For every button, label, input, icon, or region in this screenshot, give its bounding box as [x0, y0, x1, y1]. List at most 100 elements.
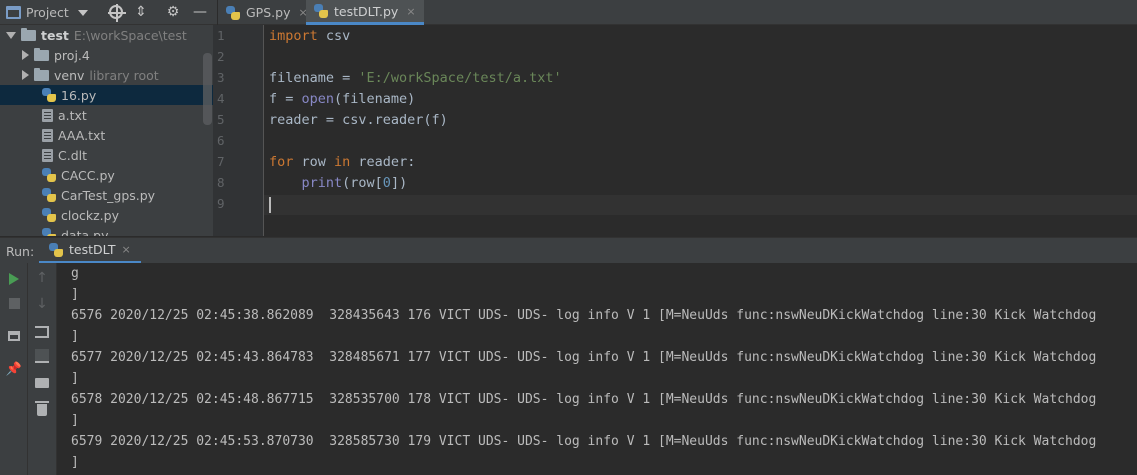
top-toolbar: Project ⇕ ⚙ — GPS.py × testDLT.py × [0, 0, 1137, 25]
layout-icon[interactable] [5, 327, 23, 345]
tree-root-test[interactable]: test E:\workSpace\test [0, 25, 213, 45]
python-file-icon [42, 228, 56, 236]
python-file-icon [42, 88, 56, 102]
console-line: 6579 2020/12/25 02:45:53.870730 32858573… [71, 434, 1097, 449]
collapse-icon[interactable]: ⇕ [133, 4, 149, 20]
console-line: 6576 2020/12/25 02:45:38.862089 32843564… [71, 308, 1097, 323]
line-number: 3 [217, 70, 225, 85]
root-name: test [41, 27, 69, 43]
trash-icon[interactable] [33, 401, 51, 419]
chevron-down-icon [77, 9, 88, 16]
line-number: 7 [217, 154, 225, 169]
code-line-4: f = open(filename) [269, 91, 416, 107]
play-icon[interactable] [5, 270, 23, 288]
tree-item-aaa-txt[interactable]: AAA.txt [0, 125, 213, 145]
tab-label: testDLT.py [334, 3, 399, 19]
tab-testdlt-py[interactable]: testDLT.py × [306, 0, 424, 25]
text-file-icon [42, 148, 53, 162]
current-line-highlight [264, 195, 1137, 215]
line-number: 2 [217, 49, 225, 64]
expand-arrow-icon[interactable] [6, 31, 16, 39]
console-line: ] [71, 413, 79, 428]
run-toolbar-primary: 📌 [0, 263, 28, 475]
tree-item-c-dlt[interactable]: C.dlt [0, 145, 213, 165]
tree-item-cartest-gps-py[interactable]: CarTest_gps.py [0, 185, 213, 205]
tab-label: GPS.py [246, 5, 291, 20]
line-number: 5 [217, 112, 225, 127]
up-arrow-icon[interactable]: ↑ [33, 269, 51, 287]
tree-scrollbar[interactable] [203, 53, 212, 125]
stop-icon[interactable] [5, 294, 23, 312]
tree-item-label: proj.4 [54, 47, 90, 63]
run-tab-label: testDLT [69, 242, 116, 257]
run-label: Run: [6, 244, 35, 259]
scroll-to-end-icon[interactable] [33, 347, 51, 365]
run-panel-header: Run: testDLT × [0, 237, 1137, 264]
console-line: ] [71, 329, 79, 344]
tree-item-label: venv [54, 67, 85, 83]
tree-item-note: library root [89, 67, 159, 83]
tab-gps-py[interactable]: GPS.py × [218, 0, 316, 25]
editor-gutter: 1 2 3 4 5 6 7 8 9 [213, 25, 263, 236]
tree-item-venv[interactable]: venv library root [0, 65, 213, 85]
close-icon[interactable]: × [122, 243, 131, 256]
collapse-arrow-icon[interactable] [22, 50, 29, 60]
project-view-switcher[interactable]: Project [6, 3, 88, 22]
tree-item-a-txt[interactable]: a.txt [0, 105, 213, 125]
text-file-icon [42, 108, 53, 122]
code-editor[interactable]: import csv filename = 'E:/workSpace/test… [264, 25, 1137, 236]
tree-item-label: CarTest_gps.py [61, 187, 156, 203]
line-number: 8 [217, 175, 225, 190]
pin-icon[interactable]: 📌 [5, 360, 23, 378]
root-path: E:\workSpace\test [73, 27, 187, 43]
collapse-arrow-icon[interactable] [22, 70, 29, 80]
console-line: 6577 2020/12/25 02:45:43.864783 32848567… [71, 350, 1097, 365]
tree-item-cacc-py[interactable]: CACC.py [0, 165, 213, 185]
crosshair-icon[interactable] [108, 4, 126, 22]
code-line-1: import csv [269, 28, 351, 44]
gear-icon[interactable]: ⚙ [165, 4, 181, 20]
line-number: 6 [217, 133, 225, 148]
code-line-8: print(row[0]) [301, 175, 408, 191]
print-icon[interactable] [33, 374, 51, 392]
project-label: Project [26, 5, 69, 20]
tree-item-label: a.txt [58, 107, 87, 123]
project-tree: test E:\workSpace\test proj.4 venv libra… [0, 25, 213, 236]
close-icon[interactable]: × [406, 5, 415, 18]
tree-item-16-py[interactable]: 16.py [0, 85, 213, 105]
minimize-icon[interactable]: — [192, 4, 208, 20]
console-line: ] [71, 371, 79, 386]
code-line-3: filename = 'E:/workSpace/test/a.txt' [269, 70, 562, 86]
folder-icon [21, 27, 36, 41]
python-file-icon [42, 208, 56, 222]
tree-item-label: 16.py [61, 87, 97, 103]
down-arrow-icon[interactable]: ↓ [33, 295, 51, 313]
text-caret [269, 197, 271, 213]
tree-item-proj4[interactable]: proj.4 [0, 45, 213, 65]
python-file-icon [49, 242, 63, 257]
text-file-icon [42, 128, 53, 142]
console-line: ] [71, 287, 79, 302]
console-line: ] [71, 455, 79, 470]
tree-item-label: C.dlt [58, 147, 88, 163]
soft-wrap-icon[interactable] [33, 323, 51, 341]
tree-item-label: AAA.txt [58, 127, 106, 143]
line-number: 9 [217, 196, 225, 211]
tree-item-data-py[interactable]: data.py [0, 225, 213, 236]
console-line: 6578 2020/12/25 02:45:48.867715 32853570… [71, 392, 1097, 407]
python-file-icon [42, 188, 56, 202]
project-window-icon [6, 6, 21, 19]
tree-item-label: clockz.py [61, 207, 119, 223]
run-tab-testdlt[interactable]: testDLT × [39, 238, 141, 264]
run-console[interactable]: g ] 6576 2020/12/25 02:45:38.862089 3284… [57, 263, 1137, 475]
console-line: g [71, 266, 79, 281]
tree-item-label: CACC.py [61, 167, 115, 183]
python-file-icon [314, 4, 328, 18]
line-number: 4 [217, 91, 225, 106]
tree-item-clockz-py[interactable]: clockz.py [0, 205, 213, 225]
tree-item-label: data.py [61, 227, 109, 237]
run-toolbar-secondary: ↑ ↓ [28, 263, 57, 475]
code-line-9 [269, 195, 271, 215]
code-line-5: reader = csv.reader(f) [269, 112, 448, 128]
line-number: 1 [217, 28, 225, 43]
